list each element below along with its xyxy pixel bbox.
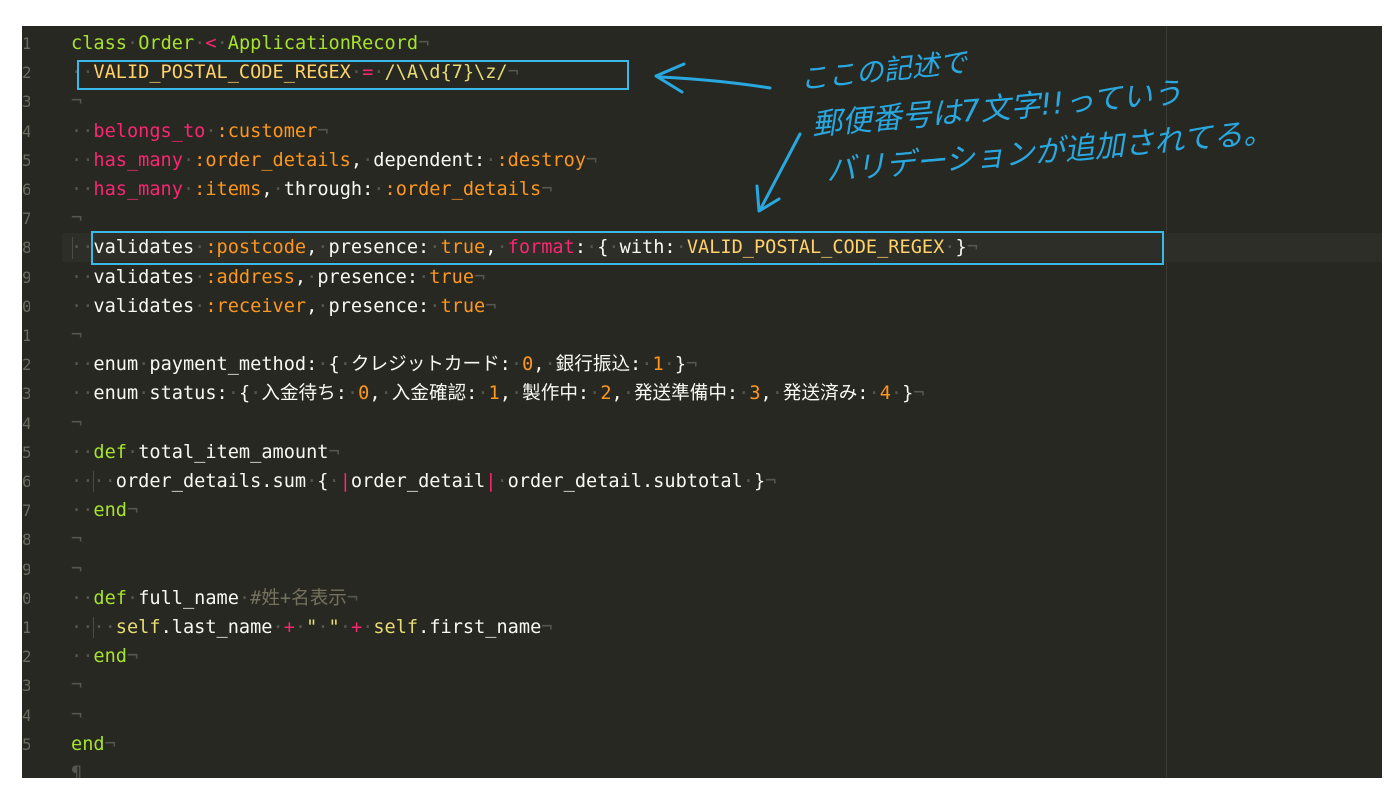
left-arrow-shaft xyxy=(658,75,772,90)
